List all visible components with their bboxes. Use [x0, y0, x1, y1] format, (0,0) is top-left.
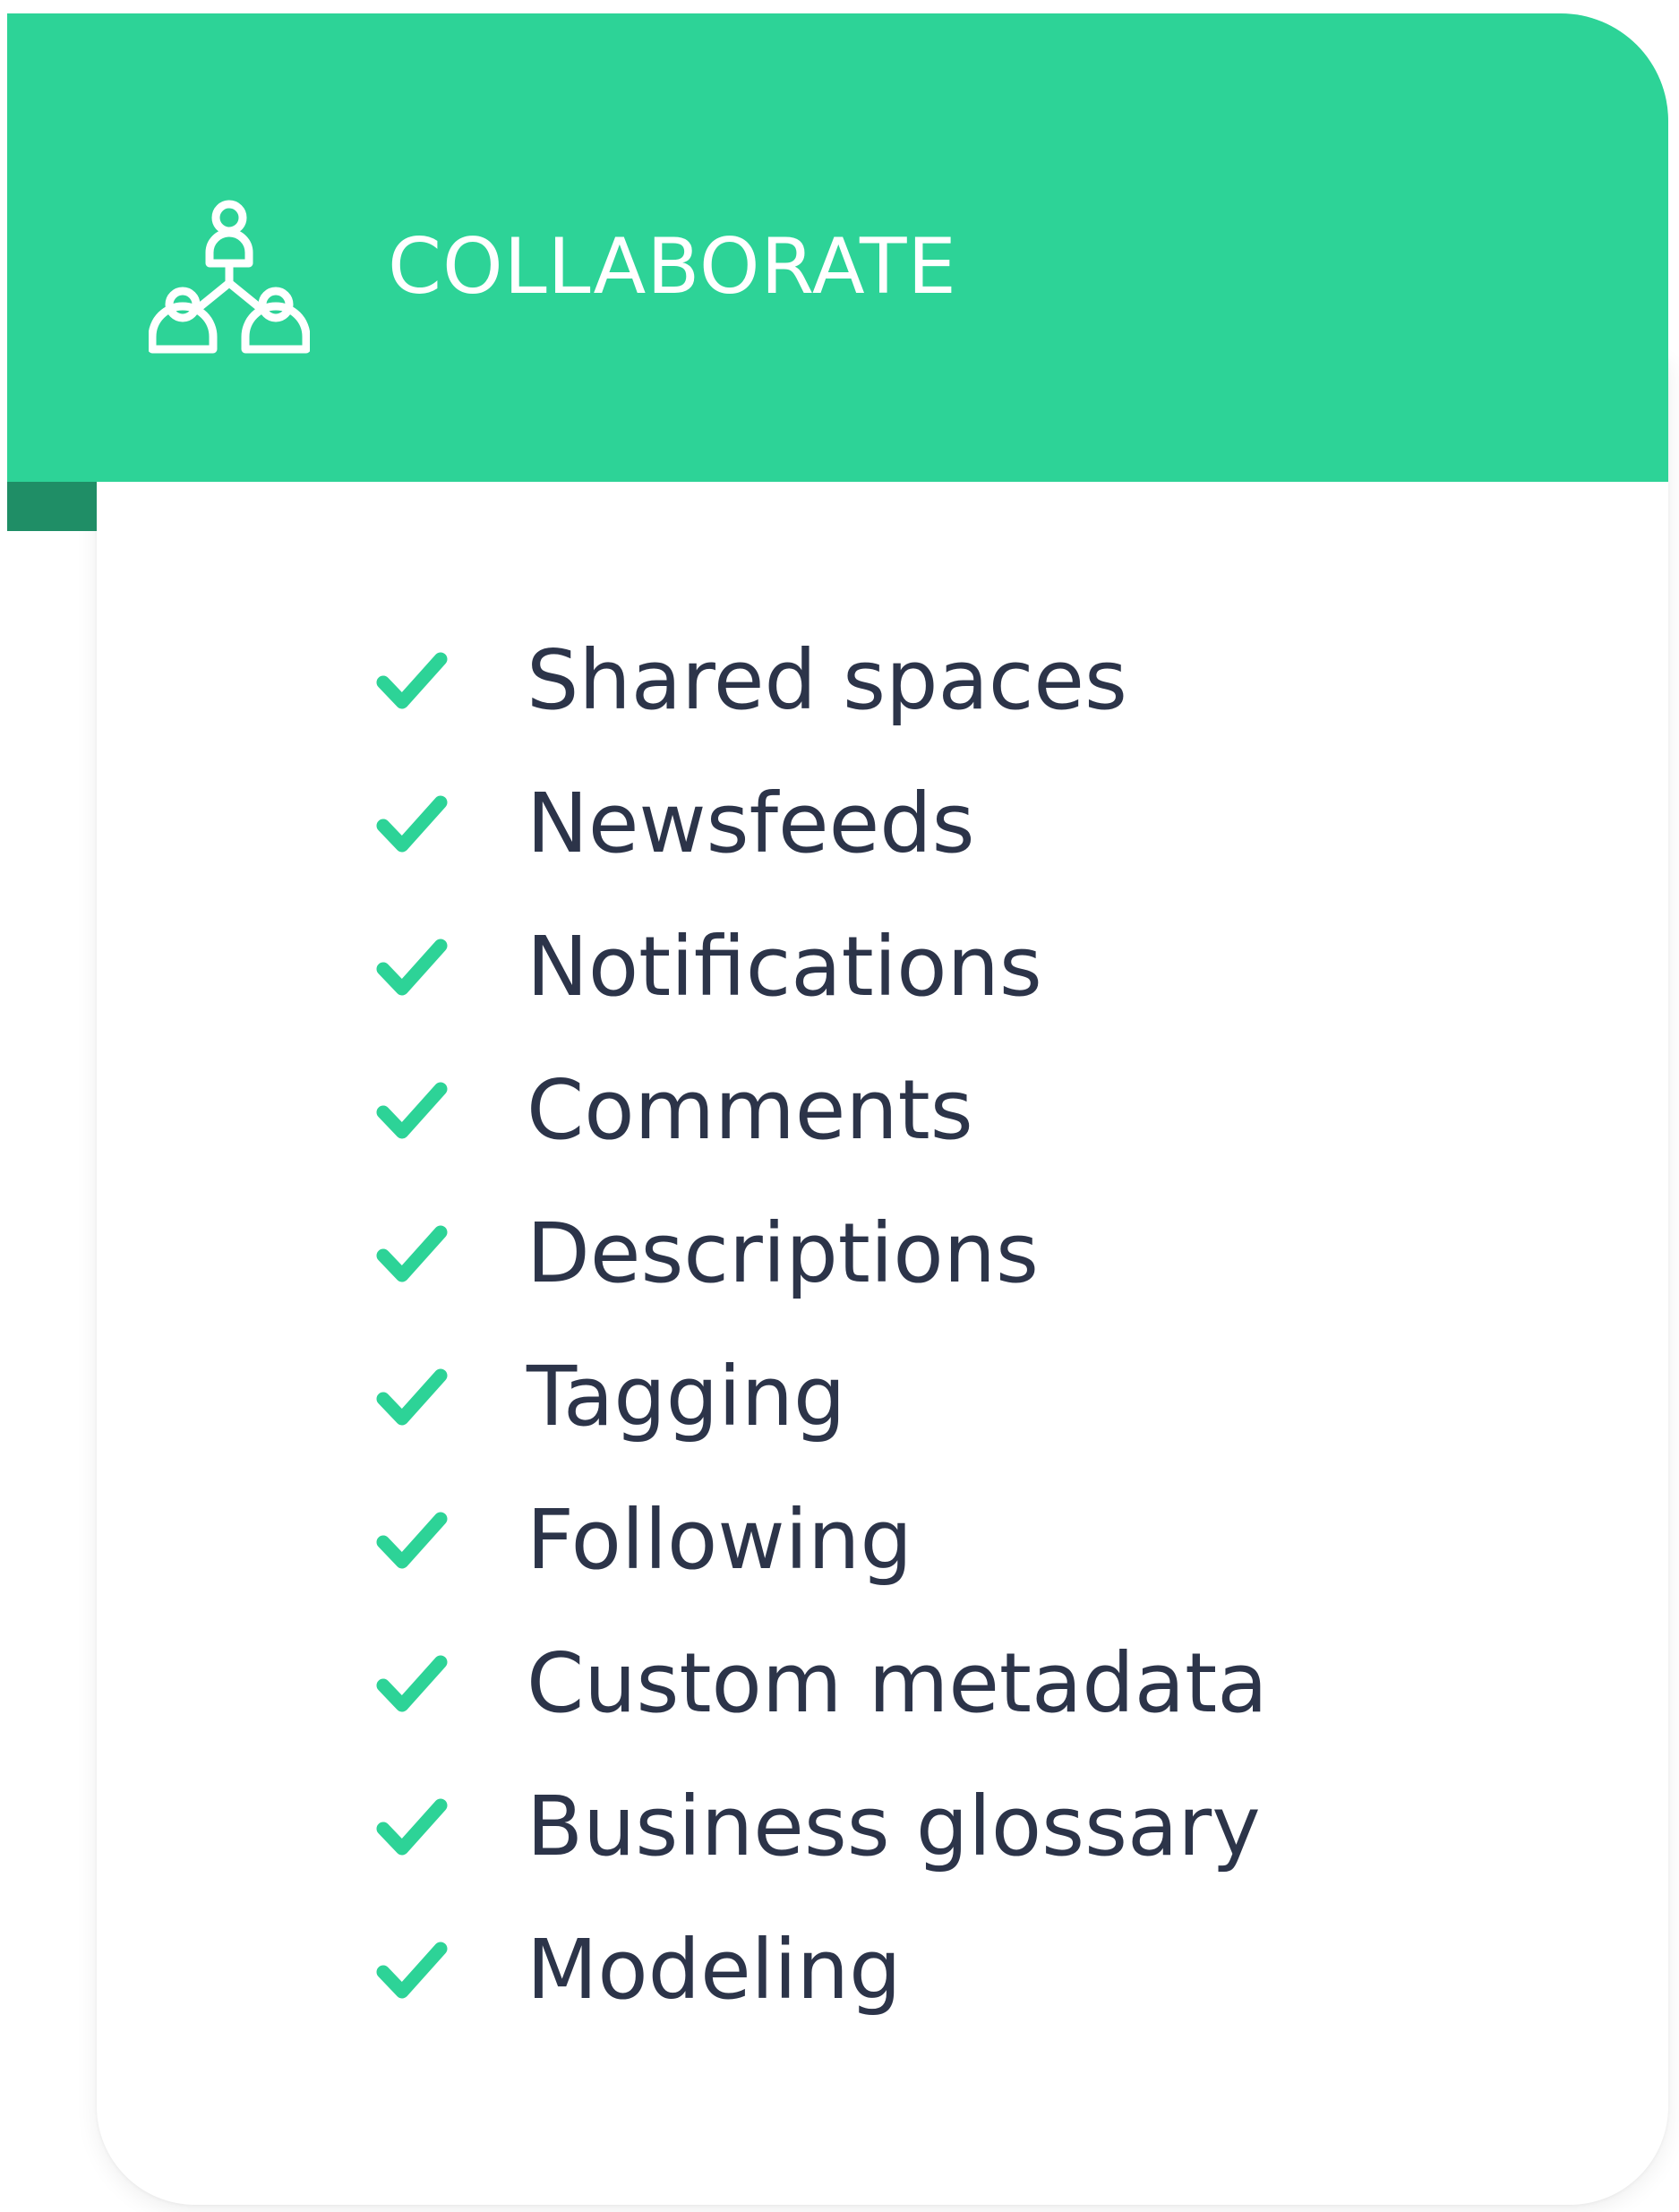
checkmark-icon	[376, 652, 448, 709]
feature-card-canvas: COLLABORATE Shared spaces Newsfeeds Noti…	[0, 0, 1679, 2212]
card-header: COLLABORATE	[7, 13, 1668, 482]
checkmark-icon	[376, 1225, 448, 1282]
feature-label-shared-spaces: Shared spaces	[527, 632, 1127, 728]
feature-item: Tagging	[376, 1325, 1268, 1469]
feature-label-notifications: Notifications	[527, 919, 1042, 1015]
feature-label-comments: Comments	[527, 1062, 973, 1158]
feature-item: Shared spaces	[376, 609, 1268, 752]
feature-label-tagging: Tagging	[527, 1349, 846, 1445]
feature-label-newsfeeds: Newsfeeds	[527, 776, 975, 871]
feature-item: Modeling	[376, 1899, 1268, 2042]
card-title: COLLABORATE	[388, 222, 957, 312]
feature-label-descriptions: Descriptions	[527, 1205, 1039, 1301]
feature-item: Following	[376, 1469, 1268, 1612]
feature-label-modeling: Modeling	[527, 1922, 902, 2018]
feature-label-business-glossary: Business glossary	[527, 1779, 1261, 1874]
checkmark-icon	[376, 1512, 448, 1569]
checkmark-icon	[376, 1942, 448, 1999]
header-fold	[7, 482, 97, 531]
feature-item: Descriptions	[376, 1182, 1268, 1325]
feature-label-following: Following	[527, 1492, 912, 1588]
checkmark-icon	[376, 795, 448, 853]
checkmark-icon	[376, 1655, 448, 1712]
feature-list: Shared spaces Newsfeeds Notifications Co…	[376, 609, 1268, 2042]
checkmark-icon	[376, 1082, 448, 1139]
feature-label-custom-metadata: Custom metadata	[527, 1635, 1268, 1731]
checkmark-icon	[376, 1368, 448, 1426]
feature-item: Custom metadata	[376, 1612, 1268, 1755]
checkmark-icon	[376, 1798, 448, 1856]
feature-item: Comments	[376, 1039, 1268, 1182]
checkmark-icon	[376, 939, 448, 996]
feature-item: Newsfeeds	[376, 752, 1268, 896]
feature-item: Notifications	[376, 896, 1268, 1039]
collaboration-people-icon	[149, 200, 310, 354]
feature-item: Business glossary	[376, 1755, 1268, 1899]
